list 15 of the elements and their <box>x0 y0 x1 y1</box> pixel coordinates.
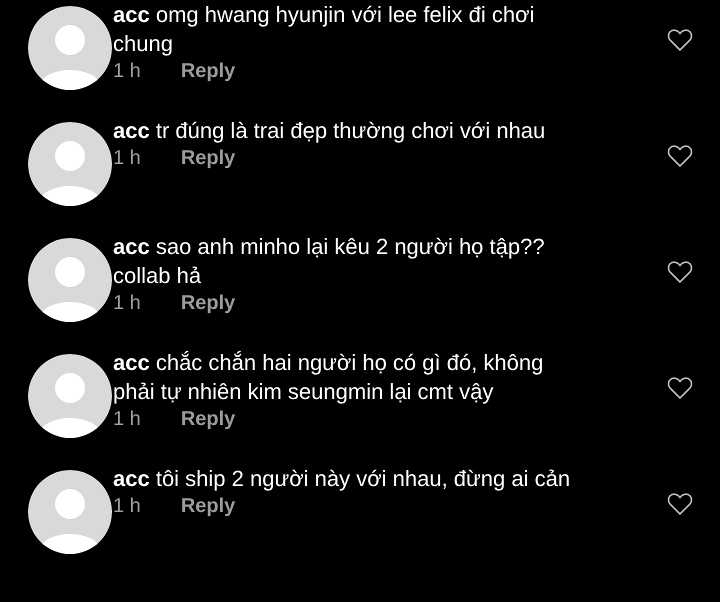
comment-time: 1 h <box>113 407 141 432</box>
reply-button[interactable]: Reply <box>180 494 236 519</box>
comment-text: acc omg hwang hyunjin với lee felix đi chơi chung <box>113 1 536 58</box>
reply-button[interactable]: Reply <box>180 146 236 171</box>
reply-button[interactable]: Reply <box>180 291 236 316</box>
comment-text: acc sao anh minho lại kêu 2 người họ tập?? collab hả <box>113 233 546 290</box>
comment-time: 1 h <box>113 146 141 171</box>
comment-text: acc chắc chắn hai người họ có gì đó, không phải tự nhiên kim seungmin lại cmt vậy <box>113 349 544 406</box>
comment-time: 1 h <box>113 494 141 519</box>
reply-button[interactable]: Reply <box>180 59 236 84</box>
comment-text: acc tôi ship 2 người này với nhau, đừng ai cản <box>113 465 572 493</box>
comment-text: acc tr đúng là trai đẹp thường chơi với nhau <box>113 117 546 145</box>
reply-button[interactable]: Reply <box>180 407 236 432</box>
comment-time: 1 h <box>113 291 141 316</box>
comment-time: 1 h <box>113 59 141 84</box>
